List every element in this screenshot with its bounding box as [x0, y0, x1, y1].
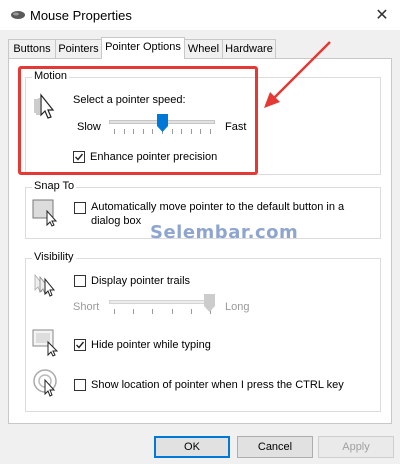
long-label: Long [225, 301, 250, 313]
visibility-group-label: Visibility [32, 251, 76, 263]
checkmark-icon [75, 153, 84, 161]
apply-button[interactable]: Apply [318, 436, 394, 458]
watermark: Selembar.com [150, 222, 299, 243]
tab-pointer-options[interactable]: Pointer Options [101, 37, 185, 59]
slider-tick [114, 309, 115, 314]
slider-tick [152, 309, 154, 314]
snap-to-group-label: Snap To [32, 180, 77, 192]
tab-pointers[interactable]: Pointers [55, 39, 102, 58]
slider-tick [190, 129, 192, 134]
slider-tick [133, 309, 135, 314]
pointer-trails-label[interactable]: Display pointer trails [91, 275, 190, 287]
slow-label: Slow [77, 121, 101, 133]
hide-pointer-icon [32, 329, 59, 357]
slider-tick [171, 129, 173, 134]
auto-move-checkbox[interactable] [74, 202, 86, 214]
speed-prompt: Select a pointer speed: [73, 94, 186, 106]
checkmark-icon [76, 341, 85, 349]
mouse-icon [11, 11, 25, 19]
title-bar: Mouse Properties ✕ [0, 0, 400, 30]
slider-tick [181, 129, 183, 134]
tab-wheel[interactable]: Wheel [184, 39, 223, 58]
slider-tick [133, 129, 135, 134]
short-label: Short [73, 301, 100, 313]
slider-tick [152, 129, 154, 134]
tab-hardware[interactable]: Hardware [222, 39, 276, 58]
trail-length-slider-track[interactable] [109, 300, 215, 304]
trail-slider-ticks [109, 309, 215, 315]
pointer-speed-icon [34, 93, 55, 119]
ctrl-locate-checkbox[interactable] [74, 379, 86, 391]
cancel-button[interactable]: Cancel [237, 436, 313, 458]
trail-length-slider-thumb[interactable] [204, 294, 215, 312]
speed-slider-thumb[interactable] [156, 114, 168, 132]
snap-to-icon [32, 199, 58, 227]
slider-tick [114, 129, 115, 134]
hide-pointer-checkbox[interactable] [74, 339, 86, 351]
slider-tick [123, 129, 125, 134]
motion-group-label: Motion [32, 70, 70, 82]
ctrl-locate-label[interactable]: Show location of pointer when I press th… [91, 379, 344, 391]
slider-tick [190, 309, 192, 314]
locate-pointer-icon [33, 369, 57, 397]
tab-buttons[interactable]: Buttons [8, 39, 56, 58]
hide-pointer-label[interactable]: Hide pointer while typing [91, 339, 211, 351]
pointer-trails-icon [34, 273, 56, 297]
slider-tick [171, 309, 173, 314]
pointer-trails-checkbox[interactable] [74, 275, 86, 287]
window-title: Mouse Properties [30, 8, 132, 23]
slider-tick [142, 129, 144, 134]
slider-tick [200, 129, 202, 134]
fast-label: Fast [225, 121, 247, 133]
auto-move-label-line2[interactable]: dialog box [91, 215, 141, 227]
close-button[interactable]: ✕ [364, 0, 400, 30]
enhance-precision-checkbox[interactable] [73, 151, 85, 163]
auto-move-label-line1[interactable]: Automatically move pointer to the defaul… [91, 201, 344, 213]
enhance-precision-label[interactable]: Enhance pointer precision [90, 151, 217, 163]
slider-tick [210, 129, 211, 134]
ok-button[interactable]: OK [154, 436, 230, 458]
